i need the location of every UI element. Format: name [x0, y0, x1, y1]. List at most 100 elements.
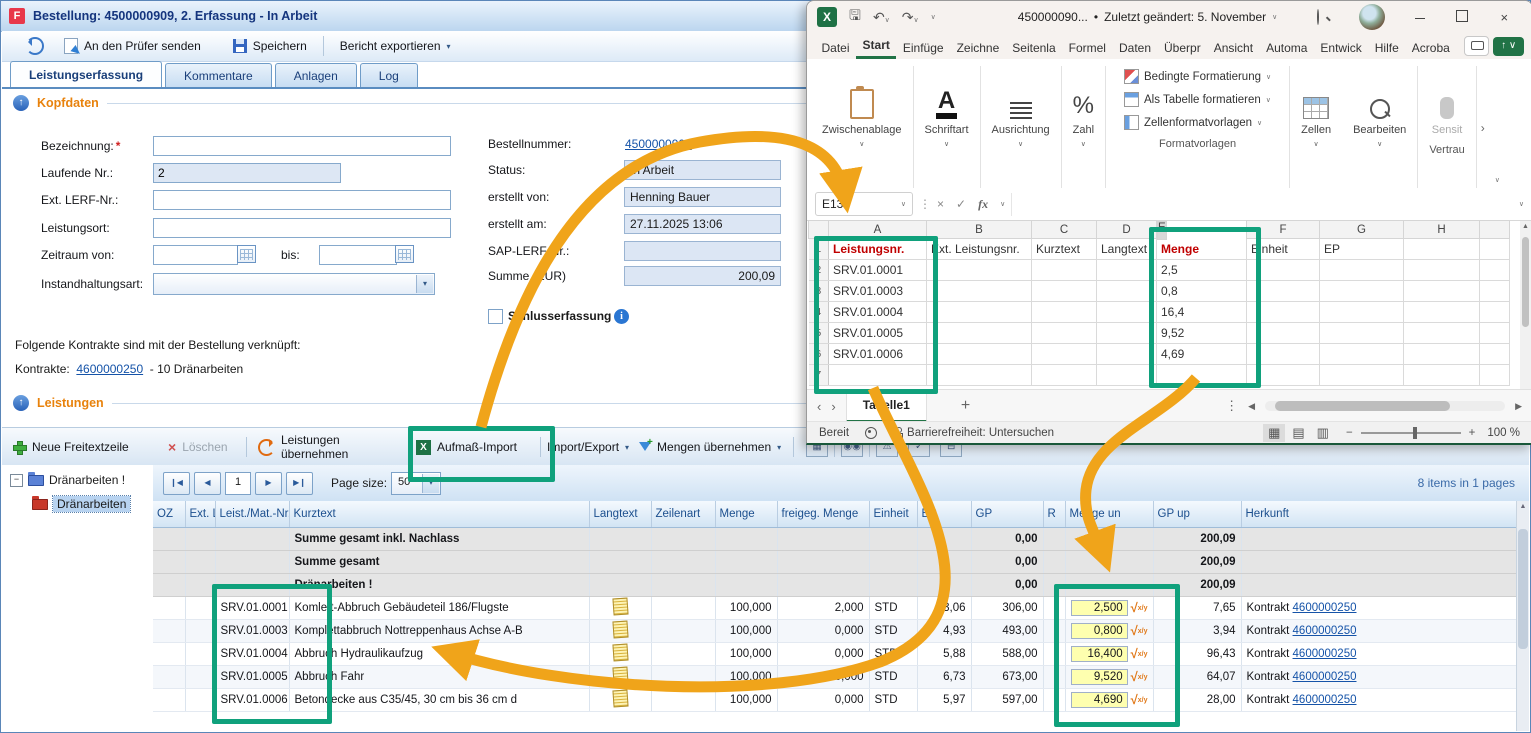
- sheet-more-icon[interactable]: ⋮: [1225, 398, 1238, 414]
- table-row[interactable]: SRV.01.0005Abbruch Fahr100,0000,000STD6,…: [153, 666, 1520, 689]
- scrollbar-thumb[interactable]: [1275, 401, 1450, 411]
- send-to-reviewer-button[interactable]: An den Prüfer senden: [54, 34, 211, 58]
- collapse-ribbon-button[interactable]: ∨: [1489, 63, 1506, 192]
- aufmass-import-button[interactable]: XAufmaß-Import: [416, 434, 534, 460]
- scroll-up-icon[interactable]: ▲: [1522, 223, 1529, 230]
- first-page-button[interactable]: ❙◀: [163, 472, 190, 495]
- calculator-icon[interactable]: √x/y: [1131, 670, 1148, 684]
- zoom-slider-thumb[interactable]: [1413, 427, 1417, 439]
- horizontal-scrollbar[interactable]: [1265, 401, 1505, 411]
- hscroll-right-icon[interactable]: ▶: [1515, 401, 1522, 412]
- leistungsort-input[interactable]: [153, 218, 451, 238]
- langtext-note-icon[interactable]: [612, 643, 628, 661]
- format-as-table-button[interactable]: Als Tabelle formatieren∨: [1124, 92, 1271, 107]
- page-break-view-icon[interactable]: ▥: [1312, 424, 1334, 442]
- export-report-button[interactable]: Bericht exportieren▾: [330, 34, 461, 58]
- share-button[interactable]: ↑ ∨: [1493, 37, 1524, 56]
- select-all-corner[interactable]: [809, 221, 829, 239]
- menge-input[interactable]: 0,800: [1071, 623, 1128, 639]
- ribbon-tab-entwicklertools[interactable]: Entwick: [1314, 37, 1368, 59]
- cells-group[interactable]: Zellen∨: [1290, 63, 1342, 192]
- kontrakt-link[interactable]: 4600000250: [1293, 602, 1357, 614]
- ribbon-scroll[interactable]: ›: [1477, 63, 1489, 192]
- langtext-note-icon[interactable]: [612, 689, 628, 707]
- table-row[interactable]: SRV.01.0004Abbruch Hydraulikaufzug100,00…: [153, 643, 1520, 666]
- redo-button[interactable]: ↷∨: [902, 9, 919, 26]
- save-button[interactable]: Speichern: [223, 34, 317, 58]
- quick-access-more-icon[interactable]: ∨: [931, 13, 936, 21]
- clipboard-group[interactable]: Zwischenablage∨: [811, 63, 913, 192]
- schlusserfassung-checkbox[interactable]: [488, 309, 503, 324]
- tab-leistungserfassung[interactable]: Leistungserfassung: [10, 61, 162, 88]
- sheet-row[interactable]: 1Leistungsnr.Ext. Leistungsnr.KurztextLa…: [809, 239, 1510, 260]
- sheet-row[interactable]: 6SRV.01.00064,69: [809, 344, 1510, 365]
- minimize-button[interactable]: [1405, 10, 1435, 25]
- chevron-down-icon[interactable]: ∨: [1272, 13, 1277, 21]
- calculator-icon[interactable]: √x/y: [1131, 693, 1148, 707]
- menge-input[interactable]: 2,500: [1071, 600, 1128, 616]
- sheet-next-icon[interactable]: ›: [831, 399, 835, 414]
- sheet-row[interactable]: 7: [809, 365, 1510, 386]
- cancel-icon[interactable]: ×: [937, 197, 944, 211]
- last-page-button[interactable]: ▶❙: [286, 472, 313, 495]
- sheet-row[interactable]: 3SRV.01.00030,8: [809, 281, 1510, 302]
- autosave-save-icon[interactable]: 🖫: [849, 5, 861, 29]
- page-size-select[interactable]: 50▾: [391, 472, 441, 495]
- bestellnummer-link[interactable]: 4500000909: [625, 137, 692, 151]
- table-scrollbar[interactable]: ▲: [1516, 501, 1529, 731]
- info-icon[interactable]: i: [614, 308, 629, 324]
- neue-freitextzeile-button[interactable]: Neue Freitextzeile: [12, 434, 162, 460]
- accessibility-status[interactable]: Barrierefreiheit: Untersuchen: [893, 427, 1054, 439]
- formula-input[interactable]: [1011, 193, 1505, 216]
- editing-group[interactable]: Bearbeiten∨: [1342, 63, 1417, 192]
- prev-page-button[interactable]: ◀: [194, 472, 221, 495]
- calendar-icon[interactable]: [395, 245, 414, 263]
- ribbon-tab-automatisieren[interactable]: Automa: [1260, 37, 1314, 59]
- kontrakt-link[interactable]: 4600000250: [1293, 694, 1357, 706]
- refresh-button[interactable]: [16, 34, 54, 58]
- tab-kommentare[interactable]: Kommentare: [165, 63, 272, 88]
- zoom-slider[interactable]: [1361, 432, 1461, 434]
- calculator-icon[interactable]: √x/y: [1131, 624, 1148, 638]
- mengen-uebernehmen-button[interactable]: Mengen übernehmen▾: [639, 434, 781, 460]
- instandhaltungsart-select[interactable]: ▾: [153, 273, 435, 295]
- ribbon-tab-zeichnen[interactable]: Zeichne: [950, 37, 1006, 59]
- ribbon-tab-formeln[interactable]: Formel: [1062, 37, 1112, 59]
- sheet-tab-tabelle1[interactable]: Tabelle1: [846, 389, 927, 423]
- tab-log[interactable]: Log: [360, 63, 418, 88]
- font-group[interactable]: ASchriftart∨: [914, 63, 980, 192]
- scrollbar-thumb[interactable]: [1518, 529, 1528, 649]
- bezeichnung-input[interactable]: [153, 136, 451, 156]
- add-sheet-icon[interactable]: +: [961, 397, 970, 415]
- menge-input[interactable]: 4,690: [1071, 692, 1128, 708]
- ribbon-tab-daten[interactable]: Daten: [1112, 37, 1157, 59]
- langtext-note-icon[interactable]: [612, 666, 628, 684]
- comments-icon[interactable]: [1464, 36, 1489, 56]
- calendar-icon[interactable]: [237, 245, 256, 263]
- scroll-up-icon[interactable]: ▲: [1517, 503, 1529, 510]
- close-button[interactable]: ×: [1489, 10, 1519, 25]
- undo-button[interactable]: ↶∨: [873, 9, 890, 26]
- menge-input[interactable]: 9,520: [1071, 669, 1128, 685]
- conditional-formatting-button[interactable]: Bedingte Formatierung∨: [1124, 69, 1271, 84]
- zoom-out-icon[interactable]: −: [1346, 427, 1353, 439]
- ribbon-tab-hilfe[interactable]: Hilfe: [1368, 37, 1405, 59]
- calculator-icon[interactable]: √x/y: [1131, 647, 1148, 661]
- alignment-group[interactable]: Ausrichtung∨: [981, 63, 1061, 192]
- kontrakt-link[interactable]: 4600000250: [1293, 671, 1357, 683]
- collapse-expander-icon[interactable]: −: [10, 474, 23, 487]
- scrollbar-thumb[interactable]: [1522, 237, 1529, 327]
- expand-formula-bar-icon[interactable]: ∨: [1519, 200, 1524, 208]
- fx-icon[interactable]: fx: [978, 197, 988, 212]
- ribbon-tab-einfuegen[interactable]: Einfüge: [896, 37, 950, 59]
- sheet-row[interactable]: 5SRV.01.00059,52: [809, 323, 1510, 344]
- zeitraum-von-input[interactable]: [153, 245, 238, 265]
- langtext-note-icon[interactable]: [612, 620, 628, 638]
- ribbon-tab-acrobat[interactable]: Acroba: [1405, 37, 1456, 59]
- table-row[interactable]: SRV.01.0001Komlett-Abbruch Gebäudeteil 1…: [153, 597, 1520, 620]
- ribbon-tab-seitenlayout[interactable]: Seitenla: [1006, 37, 1062, 59]
- table-row[interactable]: SRV.01.0003Komplettabbruch Nottreppenhau…: [153, 620, 1520, 643]
- kontrakt-link[interactable]: 4600000250: [76, 362, 143, 376]
- kontrakt-link[interactable]: 4600000250: [1293, 625, 1357, 637]
- excel-vscrollbar[interactable]: ▲: [1520, 221, 1531, 389]
